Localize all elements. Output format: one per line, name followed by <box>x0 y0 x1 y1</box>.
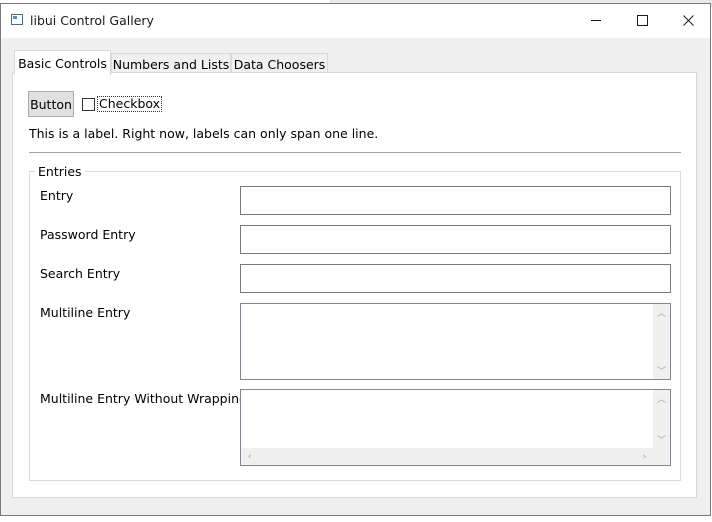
window-title: libui Control Gallery <box>30 13 154 28</box>
scroll-down-icon[interactable]: ﹀ <box>653 362 670 379</box>
button[interactable]: Button <box>28 91 74 117</box>
scroll-left-icon[interactable]: ‹ <box>241 448 258 465</box>
maximize-icon <box>636 14 648 26</box>
checkbox-label[interactable]: Checkbox <box>97 96 163 112</box>
vertical-scrollbar[interactable]: ︿ ﹀ <box>653 390 670 448</box>
search-entry-label: Search Entry <box>40 266 121 281</box>
multiline-entry-field[interactable]: ︿ ﹀ <box>240 303 671 380</box>
multiline-nowrap-entry-label: Multiline Entry Without Wrapping <box>40 391 247 406</box>
checkbox-box[interactable] <box>82 97 95 111</box>
password-entry-label: Password Entry <box>40 227 136 242</box>
close-icon <box>682 14 694 26</box>
horizontal-scrollbar[interactable]: ‹ › <box>241 448 670 465</box>
vertical-scrollbar[interactable]: ︿ ﹀ <box>653 304 670 379</box>
entries-group-title: Entries <box>35 164 85 179</box>
app-icon <box>11 14 23 25</box>
scroll-up-icon[interactable]: ︿ <box>653 304 670 321</box>
scroll-right-icon[interactable]: › <box>636 448 653 465</box>
minimize-icon <box>590 19 601 21</box>
scroll-down-icon[interactable]: ﹀ <box>653 431 670 448</box>
multiline-entry-label: Multiline Entry <box>40 305 131 320</box>
password-entry-field[interactable] <box>240 225 671 254</box>
multiline-nowrap-entry-field[interactable]: ︿ ﹀ ‹ › <box>240 389 671 466</box>
minimize-button[interactable] <box>573 4 619 36</box>
close-button[interactable] <box>665 4 711 36</box>
static-label: This is a label. Right now, labels can o… <box>29 126 379 141</box>
checkbox[interactable]: Checkbox <box>82 96 163 112</box>
tab-basic-controls[interactable]: Basic Controls <box>14 50 111 75</box>
horizontal-separator <box>29 152 681 153</box>
entry-field[interactable] <box>240 186 671 215</box>
maximize-button[interactable] <box>619 4 665 36</box>
title-bar[interactable]: libui Control Gallery <box>1 4 710 38</box>
scroll-up-icon[interactable]: ︿ <box>653 390 670 407</box>
search-entry-field[interactable] <box>240 264 671 293</box>
entry-label: Entry <box>40 188 74 203</box>
